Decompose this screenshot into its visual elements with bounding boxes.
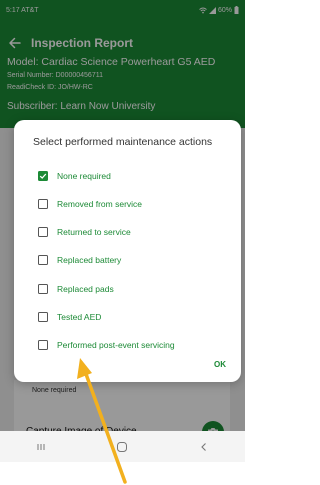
option-tested-aed[interactable]: Tested AED	[38, 309, 101, 325]
option-label: Returned to service	[57, 227, 131, 237]
option-none-required[interactable]: None required	[38, 168, 111, 184]
recent-apps-button[interactable]	[26, 437, 56, 457]
back-nav-button[interactable]	[189, 437, 219, 457]
option-label: Performed post-event servicing	[57, 340, 175, 350]
checkbox[interactable]	[38, 199, 48, 209]
option-label: Removed from service	[57, 199, 143, 209]
recent-apps-icon	[37, 443, 45, 450]
option-replaced-pads[interactable]: Replaced pads	[38, 281, 114, 297]
option-performed-post-event-servicing[interactable]: Performed post-event servicing	[38, 337, 175, 353]
option-label: None required	[57, 171, 111, 181]
ok-button[interactable]: OK	[214, 360, 226, 369]
checkbox[interactable]	[38, 312, 48, 322]
option-label: Tested AED	[57, 312, 102, 322]
option-label: Replaced battery	[57, 255, 122, 265]
android-nav-bar	[0, 431, 245, 462]
option-removed-from-service[interactable]: Removed from service	[38, 196, 142, 212]
back-nav-icon	[201, 442, 207, 451]
checkbox[interactable]	[38, 255, 48, 265]
checkbox[interactable]	[38, 340, 48, 350]
checkmark-icon	[39, 173, 47, 179]
checkbox-checked[interactable]	[38, 171, 48, 181]
maintenance-actions-dialog: Select performed maintenance actions Non…	[14, 120, 241, 382]
option-replaced-battery[interactable]: Replaced battery	[38, 252, 121, 268]
checkbox[interactable]	[38, 284, 48, 294]
dialog-title: Select performed maintenance actions	[33, 136, 213, 148]
option-label: Replaced pads	[57, 284, 114, 294]
home-button[interactable]	[107, 437, 137, 457]
app-screen: 5:17 AT&T 60% Inspection Report Model: C…	[0, 0, 245, 462]
option-returned-to-service[interactable]: Returned to service	[38, 224, 131, 240]
home-icon	[117, 441, 128, 452]
checkbox[interactable]	[38, 227, 48, 237]
